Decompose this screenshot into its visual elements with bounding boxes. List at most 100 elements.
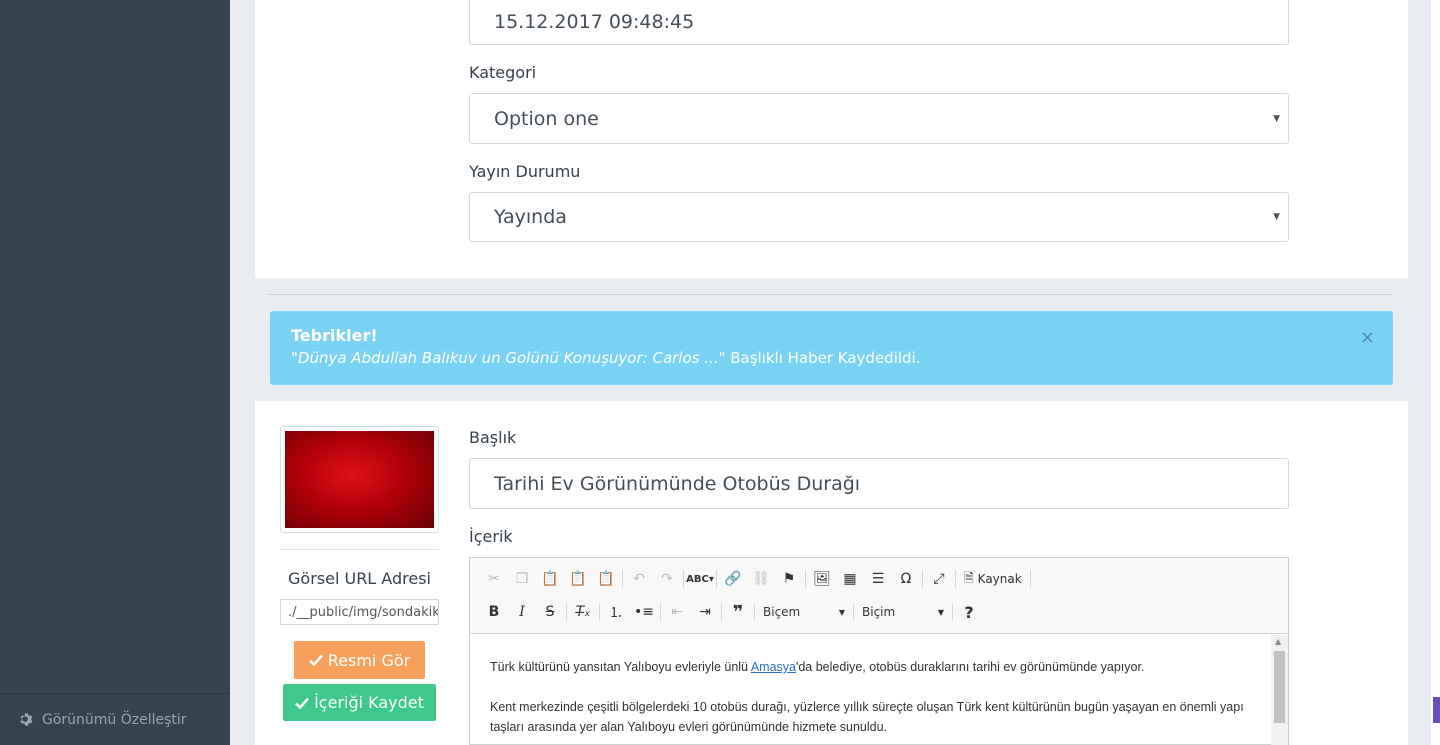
status-label: Yayın Durumu	[469, 162, 581, 181]
side-tab-handle[interactable]	[1433, 697, 1440, 723]
toolbar-separator	[683, 570, 684, 588]
content-label: İçerik	[469, 527, 513, 546]
maximize-icon[interactable]: ⤢	[925, 566, 953, 592]
paste-icon[interactable]: 📋	[536, 566, 564, 592]
date-value: 15.12.2017 09:48:45	[494, 11, 695, 33]
redo-icon[interactable]: ↷	[653, 566, 681, 592]
alert-message: "Dünya Abdullah Balıkuv un Golünü Konuşu…	[291, 349, 1372, 367]
style-combo[interactable]: Biçem ▼	[757, 601, 851, 623]
customize-view-link[interactable]: Görünümü Özelleştir	[0, 693, 230, 745]
blockquote-icon[interactable]: ❞	[724, 599, 752, 625]
check-icon	[308, 654, 323, 666]
indent-icon[interactable]: ⇥	[691, 599, 719, 625]
image-panel-divider	[280, 549, 439, 550]
paste-text-icon[interactable]: 📋	[564, 566, 592, 592]
paragraph-text: 'da belediye, otobüs duraklarını tarihi …	[795, 660, 1145, 674]
title-label: Başlık	[469, 428, 517, 447]
scrollbar-thumb[interactable]	[1274, 651, 1285, 723]
check-icon	[295, 697, 310, 709]
sidebar: Görünümü Özelleştir	[0, 0, 230, 745]
toolbar-row-1: ✂ ❐ 📋 📋 📋 ↶ ↷ ABC▾ 🔗 ⛓ ⚑ 🖼 ▦ ☰ Ω ⤢ 🗎 Kay…	[480, 566, 1033, 592]
toolbar-separator	[955, 570, 956, 588]
right-edge-panel	[1431, 0, 1440, 745]
alert-message-text: Başlıklı Haber Kaydedildi.	[725, 349, 921, 367]
cut-icon[interactable]: ✂	[480, 566, 508, 592]
gear-icon	[20, 713, 33, 726]
horizontal-line-icon[interactable]: ☰	[864, 566, 892, 592]
unlink-icon[interactable]: ⛓	[747, 566, 775, 592]
bulleted-list-icon[interactable]: •≡	[630, 599, 658, 625]
customize-view-label: Görünümü Özelleştir	[42, 711, 187, 728]
outdent-icon[interactable]: ⇤	[663, 599, 691, 625]
source-file-icon: 🗎	[964, 570, 974, 585]
editor-content-area[interactable]: Türk kültürünü yansıtan Yalıboyu evleriy…	[470, 635, 1272, 745]
view-image-button[interactable]: Resmi Gör	[294, 641, 425, 679]
date-input[interactable]: 15.12.2017 09:48:45	[469, 0, 1289, 45]
paragraph-text: Türk kültürünü yansıtan Yalıboyu evleriy…	[490, 660, 751, 674]
rich-text-editor: ✂ ❐ 📋 📋 📋 ↶ ↷ ABC▾ 🔗 ⛓ ⚑ 🖼 ▦ ☰ Ω ⤢ 🗎 Kay…	[469, 557, 1289, 745]
copy-icon[interactable]: ❐	[508, 566, 536, 592]
source-button[interactable]: 🗎 Kaynak	[958, 566, 1028, 592]
alert-quoted-title: "Dünya Abdullah Balıkuv un Golünü Konuşu…	[291, 349, 726, 367]
toolbar-separator	[721, 603, 722, 621]
content-paragraph: Türk kültürünü yansıtan Yalıboyu evleriy…	[490, 657, 1252, 677]
caret-down-icon: ▼	[1273, 212, 1280, 222]
scroll-up-icon[interactable]: ▲	[1275, 637, 1281, 646]
content-paragraph: Kent merkezinde çeşitli bölgelerdeki 10 …	[490, 700, 1244, 734]
spellcheck-icon[interactable]: ABC▾	[686, 566, 714, 592]
link-icon[interactable]: 🔗	[719, 566, 747, 592]
caret-down-icon: ▼	[1273, 113, 1280, 124]
save-content-button[interactable]: İçeriği Kaydet	[283, 684, 436, 721]
main-content: 15.12.2017 09:48:45 Kategori Option one …	[230, 0, 1440, 745]
italic-icon[interactable]: I	[508, 599, 536, 625]
amasya-link[interactable]: Amasya	[751, 660, 796, 674]
caret-down-icon: ▼	[937, 607, 944, 617]
status-select[interactable]: Yayında ▼	[469, 192, 1289, 242]
view-image-label: Resmi Gör	[327, 650, 411, 670]
image-url-input[interactable]: ./__public/img/sondakika	[280, 599, 439, 625]
special-char-icon[interactable]: Ω	[892, 566, 920, 592]
success-alert: Tebrikler! "Dünya Abdullah Balıkuv un Go…	[270, 311, 1393, 385]
news-thumbnail	[285, 431, 434, 528]
anchor-flag-icon[interactable]: ⚑	[775, 566, 803, 592]
toolbar-separator	[716, 570, 717, 588]
remove-format-icon[interactable]: T̶ₓ	[569, 599, 597, 625]
image-url-label: Görsel URL Adresi	[288, 569, 431, 588]
toolbar-separator	[805, 570, 806, 588]
source-label: Kaynak	[977, 572, 1022, 586]
toolbar-separator	[922, 570, 923, 588]
toolbar-separator	[599, 603, 600, 621]
toolbar-separator	[952, 603, 953, 621]
toolbar-separator	[754, 603, 755, 621]
image-icon[interactable]: 🖼	[808, 566, 836, 592]
format-combo-label: Biçim	[862, 605, 896, 619]
status-selected-value: Yayında	[494, 206, 567, 228]
caret-down-icon: ▼	[838, 607, 845, 617]
undo-icon[interactable]: ↶	[625, 566, 653, 592]
strikethrough-icon[interactable]: S	[536, 599, 564, 625]
title-input[interactable]: Tarihi Ev Görünümünde Otobüs Durağı	[469, 458, 1289, 509]
toolbar-separator	[622, 570, 623, 588]
editor-scrollbar[interactable]: ▲	[1271, 635, 1288, 745]
toolbar-separator	[853, 603, 854, 621]
section-divider	[269, 294, 1393, 295]
save-content-label: İçeriği Kaydet	[314, 693, 424, 712]
alert-title: Tebrikler!	[291, 326, 378, 345]
category-selected-value: Option one	[494, 107, 599, 130]
paste-word-icon[interactable]: 📋	[592, 566, 620, 592]
category-select[interactable]: Option one ▼	[469, 93, 1289, 144]
format-combo[interactable]: Biçim ▼	[856, 601, 950, 623]
style-combo-label: Biçem	[763, 605, 801, 619]
image-preview	[280, 426, 439, 533]
toolbar-separator	[1029, 570, 1031, 588]
help-icon[interactable]: ?	[955, 599, 983, 625]
editor-toolbar: ✂ ❐ 📋 📋 📋 ↶ ↷ ABC▾ 🔗 ⛓ ⚑ 🖼 ▦ ☰ Ω ⤢ 🗎 Kay…	[470, 558, 1288, 634]
bold-icon[interactable]: B	[480, 599, 508, 625]
category-label: Kategori	[469, 63, 537, 82]
toolbar-separator	[660, 603, 661, 621]
numbered-list-icon[interactable]: ⒈	[602, 599, 630, 625]
table-icon[interactable]: ▦	[836, 566, 864, 592]
toolbar-separator	[566, 603, 567, 621]
close-icon[interactable]: ×	[1360, 327, 1375, 348]
toolbar-row-2: B I S T̶ₓ ⒈ •≡ ⇤ ⇥ ❞ Biçem ▼ Biçim ▼ ?	[480, 599, 983, 625]
